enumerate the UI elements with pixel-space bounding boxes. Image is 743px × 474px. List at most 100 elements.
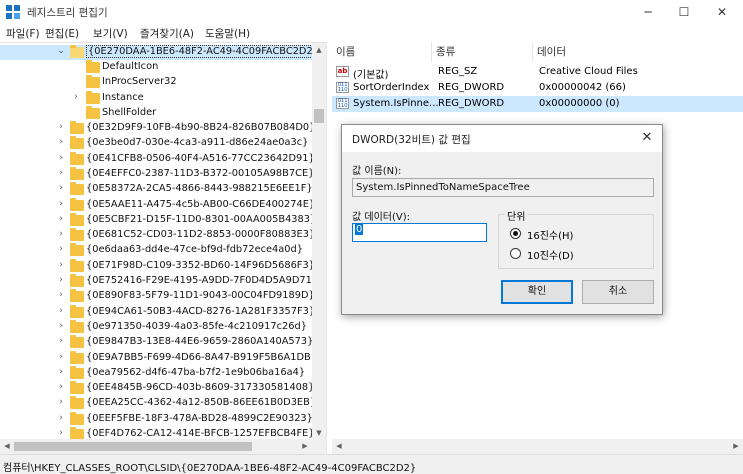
tree-item-label: {0E71F98D-C109-3352-BD60-14F96D5686F3} — [86, 259, 315, 271]
expand-arrow-icon[interactable]: › — [56, 382, 66, 392]
tree-item[interactable]: › {0EE4845B-96CD-403b-8609-317330581408} — [0, 381, 314, 396]
tree-item-defaulticon[interactable]: DefaultIcon — [0, 60, 312, 75]
minimize-button[interactable]: ─ — [630, 0, 666, 24]
expand-arrow-icon[interactable]: › — [56, 321, 66, 331]
dialog-title-bar: DWORD(32비트) 값 편집 ✕ — [342, 125, 662, 152]
dialog-close-button[interactable]: ✕ — [636, 128, 658, 148]
tree-item[interactable]: › {0E71F98D-C109-3352-BD60-14F96D5686F3} — [0, 258, 315, 274]
scroll-thumb[interactable] — [14, 442, 252, 451]
expand-arrow-icon[interactable]: › — [56, 244, 66, 254]
value-name: System.IsPinne... — [353, 98, 439, 109]
tree-item-label: {0EF4D762-CA12-414E-BFCB-1257EFBCB4FE} — [86, 428, 315, 439]
column-header-data[interactable]: 데이터 — [533, 42, 743, 62]
values-horizontal-scrollbar[interactable]: ◀ ▶ — [332, 439, 743, 454]
radio-hexadecimal[interactable] — [510, 228, 521, 239]
tree-item[interactable]: › {0E5CBF21-D15F-11D0-8301-00AA005B4383} — [0, 212, 316, 228]
tree-item[interactable]: › {0ea79562-d4f6-47ba-b7f2-1e9b06ba16a4} — [0, 365, 312, 381]
tree-item[interactable]: › {0E94CA61-50B3-4ACD-8276-1A281F3357F3} — [0, 304, 315, 320]
value-data-input[interactable]: 0 — [352, 223, 487, 242]
value-data: Creative Cloud Files — [539, 66, 638, 77]
tree-item[interactable]: › {0e971350-4039-4a03-85fe-4c210917c26d} — [0, 319, 312, 335]
close-button[interactable]: ✕ — [704, 0, 740, 24]
scroll-thumb[interactable] — [314, 109, 324, 123]
ok-button[interactable]: 확인 — [501, 280, 573, 304]
tree-item[interactable]: › {0EEA25CC-4362-4a12-850B-86EE61B0D3EB} — [0, 396, 316, 411]
tree-item-label: {0e3be0d7-030e-4ca3-a911-d86e24ae0a3c} — [86, 137, 309, 149]
folder-icon — [70, 350, 84, 364]
tree-item[interactable]: › {0E5AAE11-A475-4c5b-AB00-C66DE400274E} — [0, 197, 315, 213]
expand-arrow-icon[interactable]: › — [56, 306, 66, 316]
tree-item[interactable]: › {0E890F83-5F79-11D1-9043-00C04FD9189D} — [0, 289, 315, 304]
tree-item[interactable]: › {0e6daa63-dd4e-47ce-bf9d-fdb72ece4a0d} — [0, 243, 312, 258]
tree-vertical-scrollbar[interactable]: ▲ ▼ — [312, 43, 326, 439]
tree-item[interactable]: › {0EF4D762-CA12-414E-BFCB-1257EFBCB4FE} — [0, 427, 315, 439]
expand-arrow-icon[interactable]: › — [56, 183, 66, 193]
folder-icon — [70, 335, 84, 349]
expand-arrow-icon[interactable]: › — [56, 122, 66, 132]
tree-item[interactable]: › {0e3be0d7-030e-4ca3-a911-d86e24ae0a3c} — [0, 136, 312, 151]
tree-item[interactable]: › {0E9A7BB5-F699-4D66-8A47-B919F5B6A1DB} — [0, 350, 317, 366]
registry-editor-icon — [6, 5, 20, 19]
menu-favorites[interactable]: 즐겨찾기(A) — [140, 26, 194, 41]
expand-arrow-icon[interactable]: › — [56, 413, 66, 423]
folder-icon — [86, 91, 100, 104]
tree-horizontal-scrollbar[interactable]: ◀ ▶ — [0, 439, 326, 454]
open-folder-icon — [70, 45, 84, 58]
tree-item-inprocserver32[interactable]: InProcServer32 — [0, 75, 312, 90]
menu-help[interactable]: 도움말(H) — [205, 26, 250, 41]
tree-item-label: {0EEA25CC-4362-4a12-850B-86EE61B0D3EB} — [86, 397, 317, 409]
expand-arrow-icon[interactable]: › — [56, 137, 66, 147]
value-row[interactable]: 011 110 SortOrderIndex REG_DWORD 0x000000… — [332, 80, 743, 96]
tree-item[interactable]: › {0E41CFB8-0506-40F4-A516-77CC23642D91} — [0, 151, 315, 167]
string-value-icon: ab — [336, 66, 349, 77]
menu-bar: 파일(F) 편집(E) 보기(V) 즐겨찾기(A) 도움말(H) — [0, 24, 743, 42]
expand-arrow-icon[interactable]: › — [56, 153, 66, 163]
column-header-type[interactable]: 종류 — [432, 42, 533, 62]
expand-arrow-icon[interactable]: › — [56, 168, 66, 178]
tree-item-shellfolder[interactable]: ShellFolder — [0, 106, 312, 121]
binary-value-icon: 011 110 — [336, 98, 349, 109]
column-header-name[interactable]: 이름 — [332, 42, 432, 62]
menu-edit[interactable]: 편집(E) — [45, 26, 79, 41]
expand-arrow-icon[interactable]: › — [56, 229, 66, 239]
radio-decimal-label[interactable]: 10진수(D) — [527, 247, 574, 262]
expand-arrow-icon[interactable]: › — [56, 290, 66, 300]
radio-decimal[interactable] — [510, 248, 521, 259]
menu-view[interactable]: 보기(V) — [93, 26, 128, 41]
value-row-selected[interactable]: 011 110 System.IsPinne... REG_DWORD 0x000… — [332, 96, 743, 112]
expand-arrow-icon[interactable]: › — [56, 352, 66, 362]
scroll-left-arrow-icon[interactable]: ◀ — [0, 439, 14, 453]
expand-arrow-icon[interactable]: › — [56, 428, 66, 438]
expand-arrow-icon[interactable]: › — [56, 199, 66, 209]
tree-item[interactable]: › {0E4EFFC0-2387-11D3-B372-00105A98B7CE} — [0, 166, 314, 182]
value-row[interactable]: ab (기본값) REG_SZ Creative Cloud Files — [332, 64, 743, 81]
folder-icon — [70, 258, 84, 272]
expand-arrow-icon[interactable]: › — [56, 275, 66, 285]
menu-file[interactable]: 파일(F) — [6, 26, 40, 41]
cancel-button[interactable]: 취소 — [582, 280, 654, 304]
key-tree[interactable]: ⌄ {0E270DAA-1BE6-48F2-AC49-4C09FACBC2D2}… — [0, 42, 326, 439]
scroll-right-arrow-icon[interactable]: ▶ — [729, 439, 743, 453]
scroll-up-arrow-icon[interactable]: ▲ — [312, 43, 326, 57]
value-name: (기본값) — [353, 70, 389, 81]
expand-arrow-icon[interactable]: › — [56, 367, 66, 377]
expand-arrow-icon[interactable]: › — [56, 260, 66, 270]
expand-arrow-icon[interactable]: › — [71, 92, 81, 102]
tree-item-selected-key[interactable]: ⌄ {0E270DAA-1BE6-48F2-AC49-4C09FACBC2D2} — [0, 45, 321, 60]
tree-item[interactable]: › {0E681C52-CD03-11D2-8853-0000F80883E3} — [0, 228, 315, 243]
tree-item[interactable]: › {0E752416-F29E-4195-A9DD-7F0D4D5A9D71} — [0, 274, 318, 289]
radio-hexadecimal-label[interactable]: 16진수(H) — [527, 227, 573, 242]
maximize-button[interactable]: ☐ — [666, 0, 702, 24]
tree-item[interactable]: › {0E9847B3-13E8-44E6-9659-2860A140A573} — [0, 335, 313, 350]
tree-item-instance[interactable]: › Instance — [0, 91, 312, 106]
scroll-down-arrow-icon[interactable]: ▼ — [312, 426, 326, 439]
expand-arrow-icon[interactable]: › — [56, 397, 66, 407]
collapse-arrow-icon[interactable]: ⌄ — [56, 46, 66, 56]
scroll-left-arrow-icon[interactable]: ◀ — [332, 439, 346, 453]
tree-item[interactable]: › {0EEF5FBE-18F3-478A-BD28-4899C2E90323} — [0, 411, 313, 427]
expand-arrow-icon[interactable]: › — [56, 336, 66, 346]
tree-item[interactable]: › {0E58372A-2CA5-4866-8443-988215E6EE1F} — [0, 182, 313, 197]
expand-arrow-icon[interactable]: › — [56, 214, 66, 224]
scroll-right-arrow-icon[interactable]: ▶ — [298, 439, 312, 453]
tree-item[interactable]: › {0E32D9F9-10FB-4b90-8B24-826B07B084D0} — [0, 121, 315, 136]
